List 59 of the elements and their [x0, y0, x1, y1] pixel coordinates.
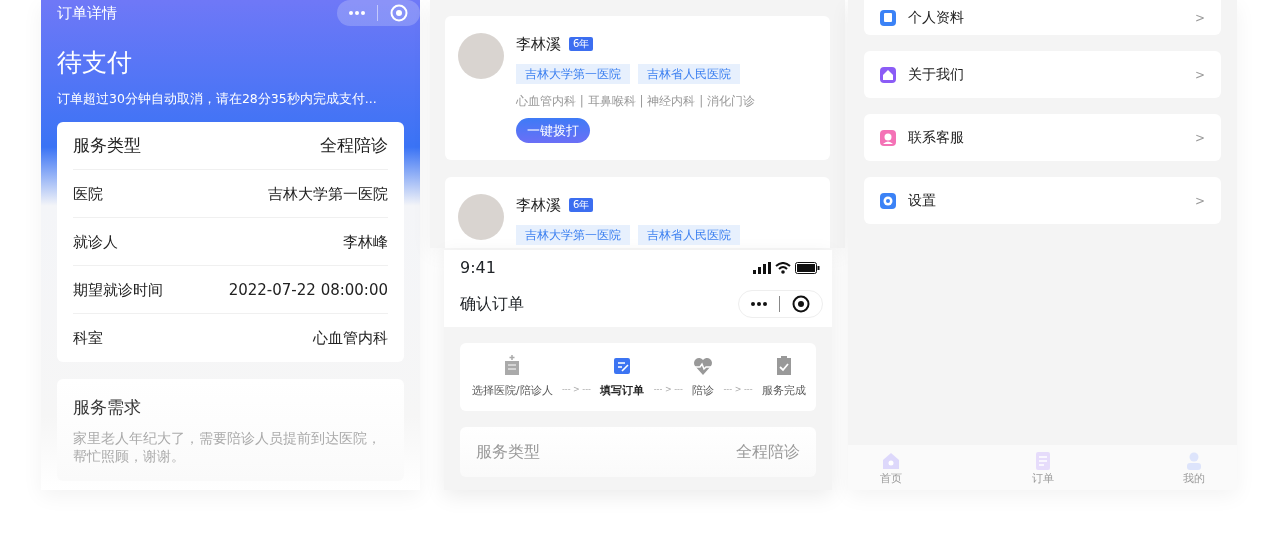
avatar-placeholder — [458, 194, 504, 240]
hospital-tag: 吉林省人民医院 — [638, 63, 740, 84]
field-label: 服务类型 — [73, 134, 141, 157]
status-title: 待支付 — [57, 47, 133, 79]
chevron-text: > — [1194, 192, 1205, 210]
user-icon — [1184, 451, 1204, 471]
chevron-text: > — [1194, 129, 1205, 147]
hospital-tag: 吉林省人民医院 — [638, 224, 740, 245]
hospital-tag: 吉林大学第一医院 — [516, 224, 630, 245]
page-title: 订单详情 — [57, 2, 117, 24]
escort-name: 李林溪 — [516, 195, 561, 216]
field-value: 心血管内科 — [313, 328, 388, 349]
field-label: 科室 — [73, 328, 103, 349]
avatar-placeholder — [458, 33, 504, 79]
escort-name: 李林溪 — [516, 34, 561, 55]
menu-label: 联系客服 — [908, 128, 965, 147]
chevron-text: > — [1194, 66, 1205, 84]
menu-item[interactable]: 联系客服 > — [864, 114, 1221, 161]
step-connector: --- > --- — [561, 383, 591, 396]
field-value: 全程陪诊 — [320, 134, 388, 157]
call-button[interactable]: 一键拨打 — [516, 117, 590, 143]
field-value: 李林峰 — [343, 231, 388, 253]
field-label: 就诊人 — [73, 231, 118, 253]
menu-item[interactable]: 关于我们 > — [864, 51, 1221, 98]
battery-icon — [795, 262, 820, 274]
step-label: 陪诊 — [692, 383, 715, 398]
field-label: 医院 — [73, 183, 103, 205]
step-label: 服务完成 — [761, 383, 806, 398]
step-label: 填写订单 — [600, 383, 645, 398]
menu-label: 个人资料 — [908, 8, 965, 27]
chevron-text: > — [1194, 9, 1205, 27]
field-value: 吉林大学第一医院 — [268, 183, 388, 205]
hospital-tag: 吉林大学第一医院 — [516, 63, 630, 84]
payment-notice: 订单超过30分钟自动取消，请在28分35秒内完成支付... — [57, 89, 378, 108]
years-tag: 6年 — [569, 198, 594, 213]
more-icon[interactable] — [751, 301, 767, 307]
menu-label: 设置 — [908, 191, 937, 210]
wifi-icon — [775, 262, 791, 274]
house-icon — [881, 451, 901, 471]
step-connector: --- > --- — [723, 383, 753, 396]
field-value: 2022-07-22 08:00:00 — [228, 279, 388, 301]
field-label: 期望就诊时间 — [73, 279, 163, 301]
status-time: 9:41 — [460, 257, 496, 279]
page-title: 确认订单 — [460, 293, 524, 315]
capsule-button[interactable] — [738, 290, 823, 318]
request-text: 家里老人年纪大了，需要陪诊人员提前到达医院，帮忙照顾，谢谢。 — [73, 428, 382, 465]
section-title: 服务需求 — [73, 396, 142, 420]
years-tag: 6年 — [569, 37, 594, 52]
heartbeat-icon — [692, 355, 715, 377]
field-label: 服务类型 — [476, 440, 540, 463]
menu-label: 关于我们 — [908, 65, 965, 84]
field-value: 全程陪诊 — [736, 440, 800, 463]
signal-icon — [753, 262, 771, 274]
menu-item[interactable]: 设置 > — [864, 177, 1221, 224]
menu-item[interactable]: 个人资料 > — [864, 0, 1221, 35]
step-label: 选择医院/陪诊人 — [472, 383, 553, 398]
target-icon[interactable] — [792, 295, 810, 313]
department-list: 心血管内科 | 耳鼻喉科 | 神经内科 | 消化门诊 — [516, 91, 755, 110]
step-connector: --- > --- — [653, 383, 683, 396]
